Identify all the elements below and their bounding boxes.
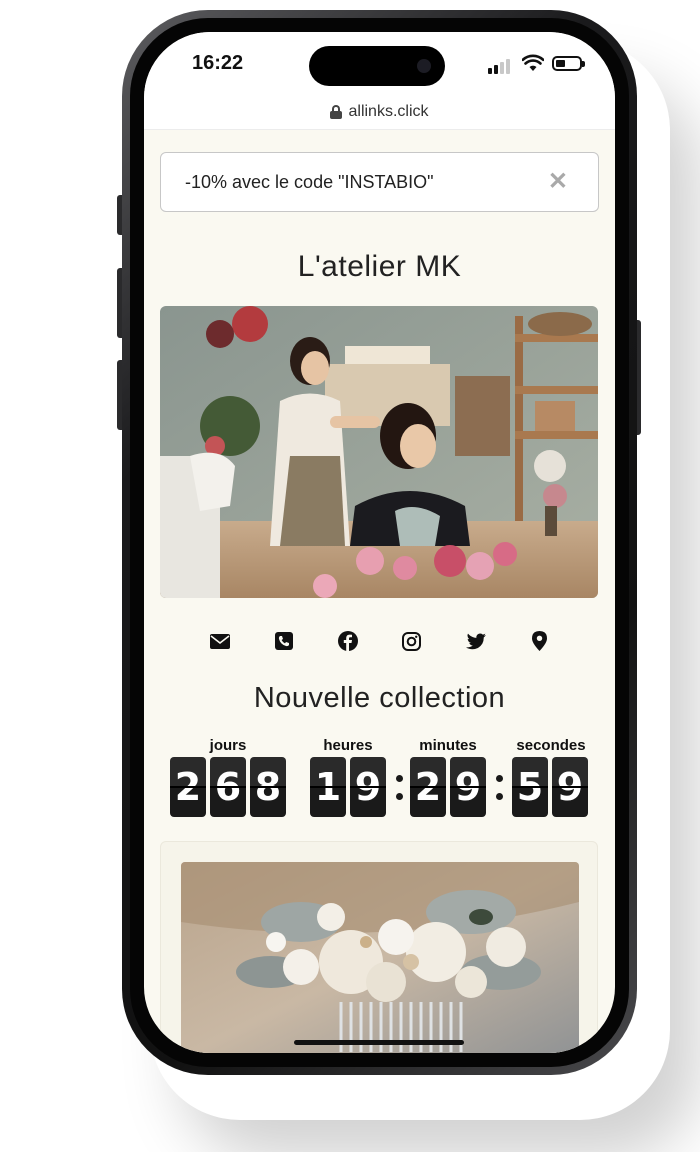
digit: 9 <box>450 757 486 817</box>
product-card[interactable] <box>160 841 598 1053</box>
battery-icon <box>552 56 585 71</box>
phone-screen: 16:22 allinks.click -10% avec le code "I… <box>144 32 615 1053</box>
social-links <box>160 630 599 652</box>
status-time: 16:22 <box>192 52 244 74</box>
wifi-icon <box>522 54 544 71</box>
seconds-digits: 5 9 <box>512 757 588 817</box>
envelope-icon[interactable] <box>209 630 231 652</box>
map-pin-icon[interactable] <box>529 630 551 652</box>
home-indicator <box>294 1040 464 1045</box>
page-content: -10% avec le code "INSTABIO" ✕ L'atelier… <box>144 130 615 1053</box>
seconds-label: secondes <box>516 737 586 754</box>
digit: 8 <box>250 757 286 817</box>
digit: 5 <box>512 757 548 817</box>
instagram-icon[interactable] <box>401 630 423 652</box>
browser-url-bar[interactable]: allinks.click <box>144 94 615 130</box>
promo-text: -10% avec le code "INSTABIO" <box>185 171 434 192</box>
close-icon[interactable]: ✕ <box>548 170 568 194</box>
device-mockup: 16:22 allinks.click -10% avec le code "I… <box>0 0 700 1152</box>
url-text: allinks.click <box>348 102 429 120</box>
signal-icon <box>488 58 514 74</box>
hours-label: heures <box>323 737 373 754</box>
digit: 2 <box>170 757 206 817</box>
digit: 9 <box>350 757 386 817</box>
phone-icon[interactable] <box>273 630 295 652</box>
digit: 1 <box>310 757 346 817</box>
flower-comb-photo <box>181 862 579 1053</box>
workshop-photo <box>160 306 598 598</box>
colon-separator <box>494 757 504 817</box>
minutes-digits: 2 9 <box>410 757 486 817</box>
countdown-timer: jours heures minutes secondes 2 6 8 1 9 <box>160 737 599 817</box>
hours-digits: 1 9 <box>310 757 386 817</box>
digit: 6 <box>210 757 246 817</box>
collection-title: Nouvelle collection <box>253 682 506 714</box>
phone-bezel: 16:22 allinks.click -10% avec le code "I… <box>130 18 629 1067</box>
dynamic-island <box>309 46 445 86</box>
status-bar: 16:22 <box>144 32 615 94</box>
camera-icon <box>417 59 431 73</box>
digit: 9 <box>552 757 588 817</box>
minutes-label: minutes <box>419 737 477 754</box>
promo-banner: -10% avec le code "INSTABIO" ✕ <box>160 152 599 212</box>
hero-image <box>160 306 598 598</box>
facebook-icon[interactable] <box>337 630 359 652</box>
page-title: L'atelier MK <box>297 250 462 283</box>
digit: 2 <box>410 757 446 817</box>
product-image <box>181 862 579 1053</box>
twitter-icon[interactable] <box>465 630 487 652</box>
days-digits: 2 6 8 <box>170 757 286 817</box>
days-label: jours <box>209 737 247 754</box>
phone-frame: 16:22 allinks.click -10% avec le code "I… <box>122 10 637 1075</box>
lock-icon <box>330 104 343 119</box>
colon-separator <box>394 757 404 817</box>
